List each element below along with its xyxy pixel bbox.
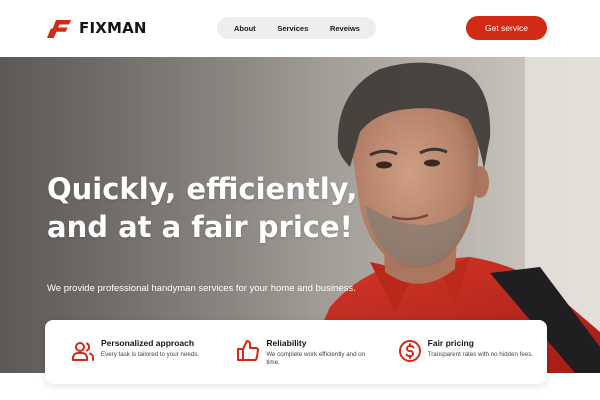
site-header: FIXMAN About Services Reveiws Get servic… — [0, 0, 600, 57]
users-icon — [72, 342, 94, 361]
thumbs-up-icon — [237, 340, 260, 361]
feature-title: Fair pricing — [427, 338, 474, 348]
dollar-circle-icon — [398, 340, 421, 362]
nav-link-reviews[interactable]: Reveiws — [330, 24, 360, 33]
nav-link-about[interactable]: About — [234, 24, 256, 33]
feature-fair-pricing: Fair pricing Transparent rates with no h… — [386, 320, 547, 384]
feature-description: Every task is tailored to your needs. — [101, 351, 200, 358]
get-service-button[interactable]: Get service — [466, 16, 547, 40]
nav-link-services[interactable]: Services — [277, 24, 308, 33]
main-nav: About Services Reveiws — [217, 17, 376, 39]
hero-title: Quickly, efficiently, and at a fair pric… — [47, 172, 358, 244]
feature-reliability: Reliability We complete work efficiently… — [220, 320, 385, 384]
feature-description: Transparent rates with no hidden fees. — [427, 351, 534, 358]
feature-description: We complete work efficiently and on time… — [266, 351, 366, 366]
hero-subtitle: We provide professional handyman service… — [47, 283, 356, 294]
feature-personalized: Personalized approach Every task is tail… — [45, 320, 220, 384]
f-logo-icon — [47, 20, 71, 38]
brand-name: FIXMAN — [79, 19, 147, 37]
feature-title: Personalized approach — [101, 338, 195, 348]
features-card: Personalized approach Every task is tail… — [45, 320, 547, 384]
feature-title: Reliability — [266, 338, 307, 348]
brand-logo[interactable]: FIXMAN — [46, 17, 147, 39]
